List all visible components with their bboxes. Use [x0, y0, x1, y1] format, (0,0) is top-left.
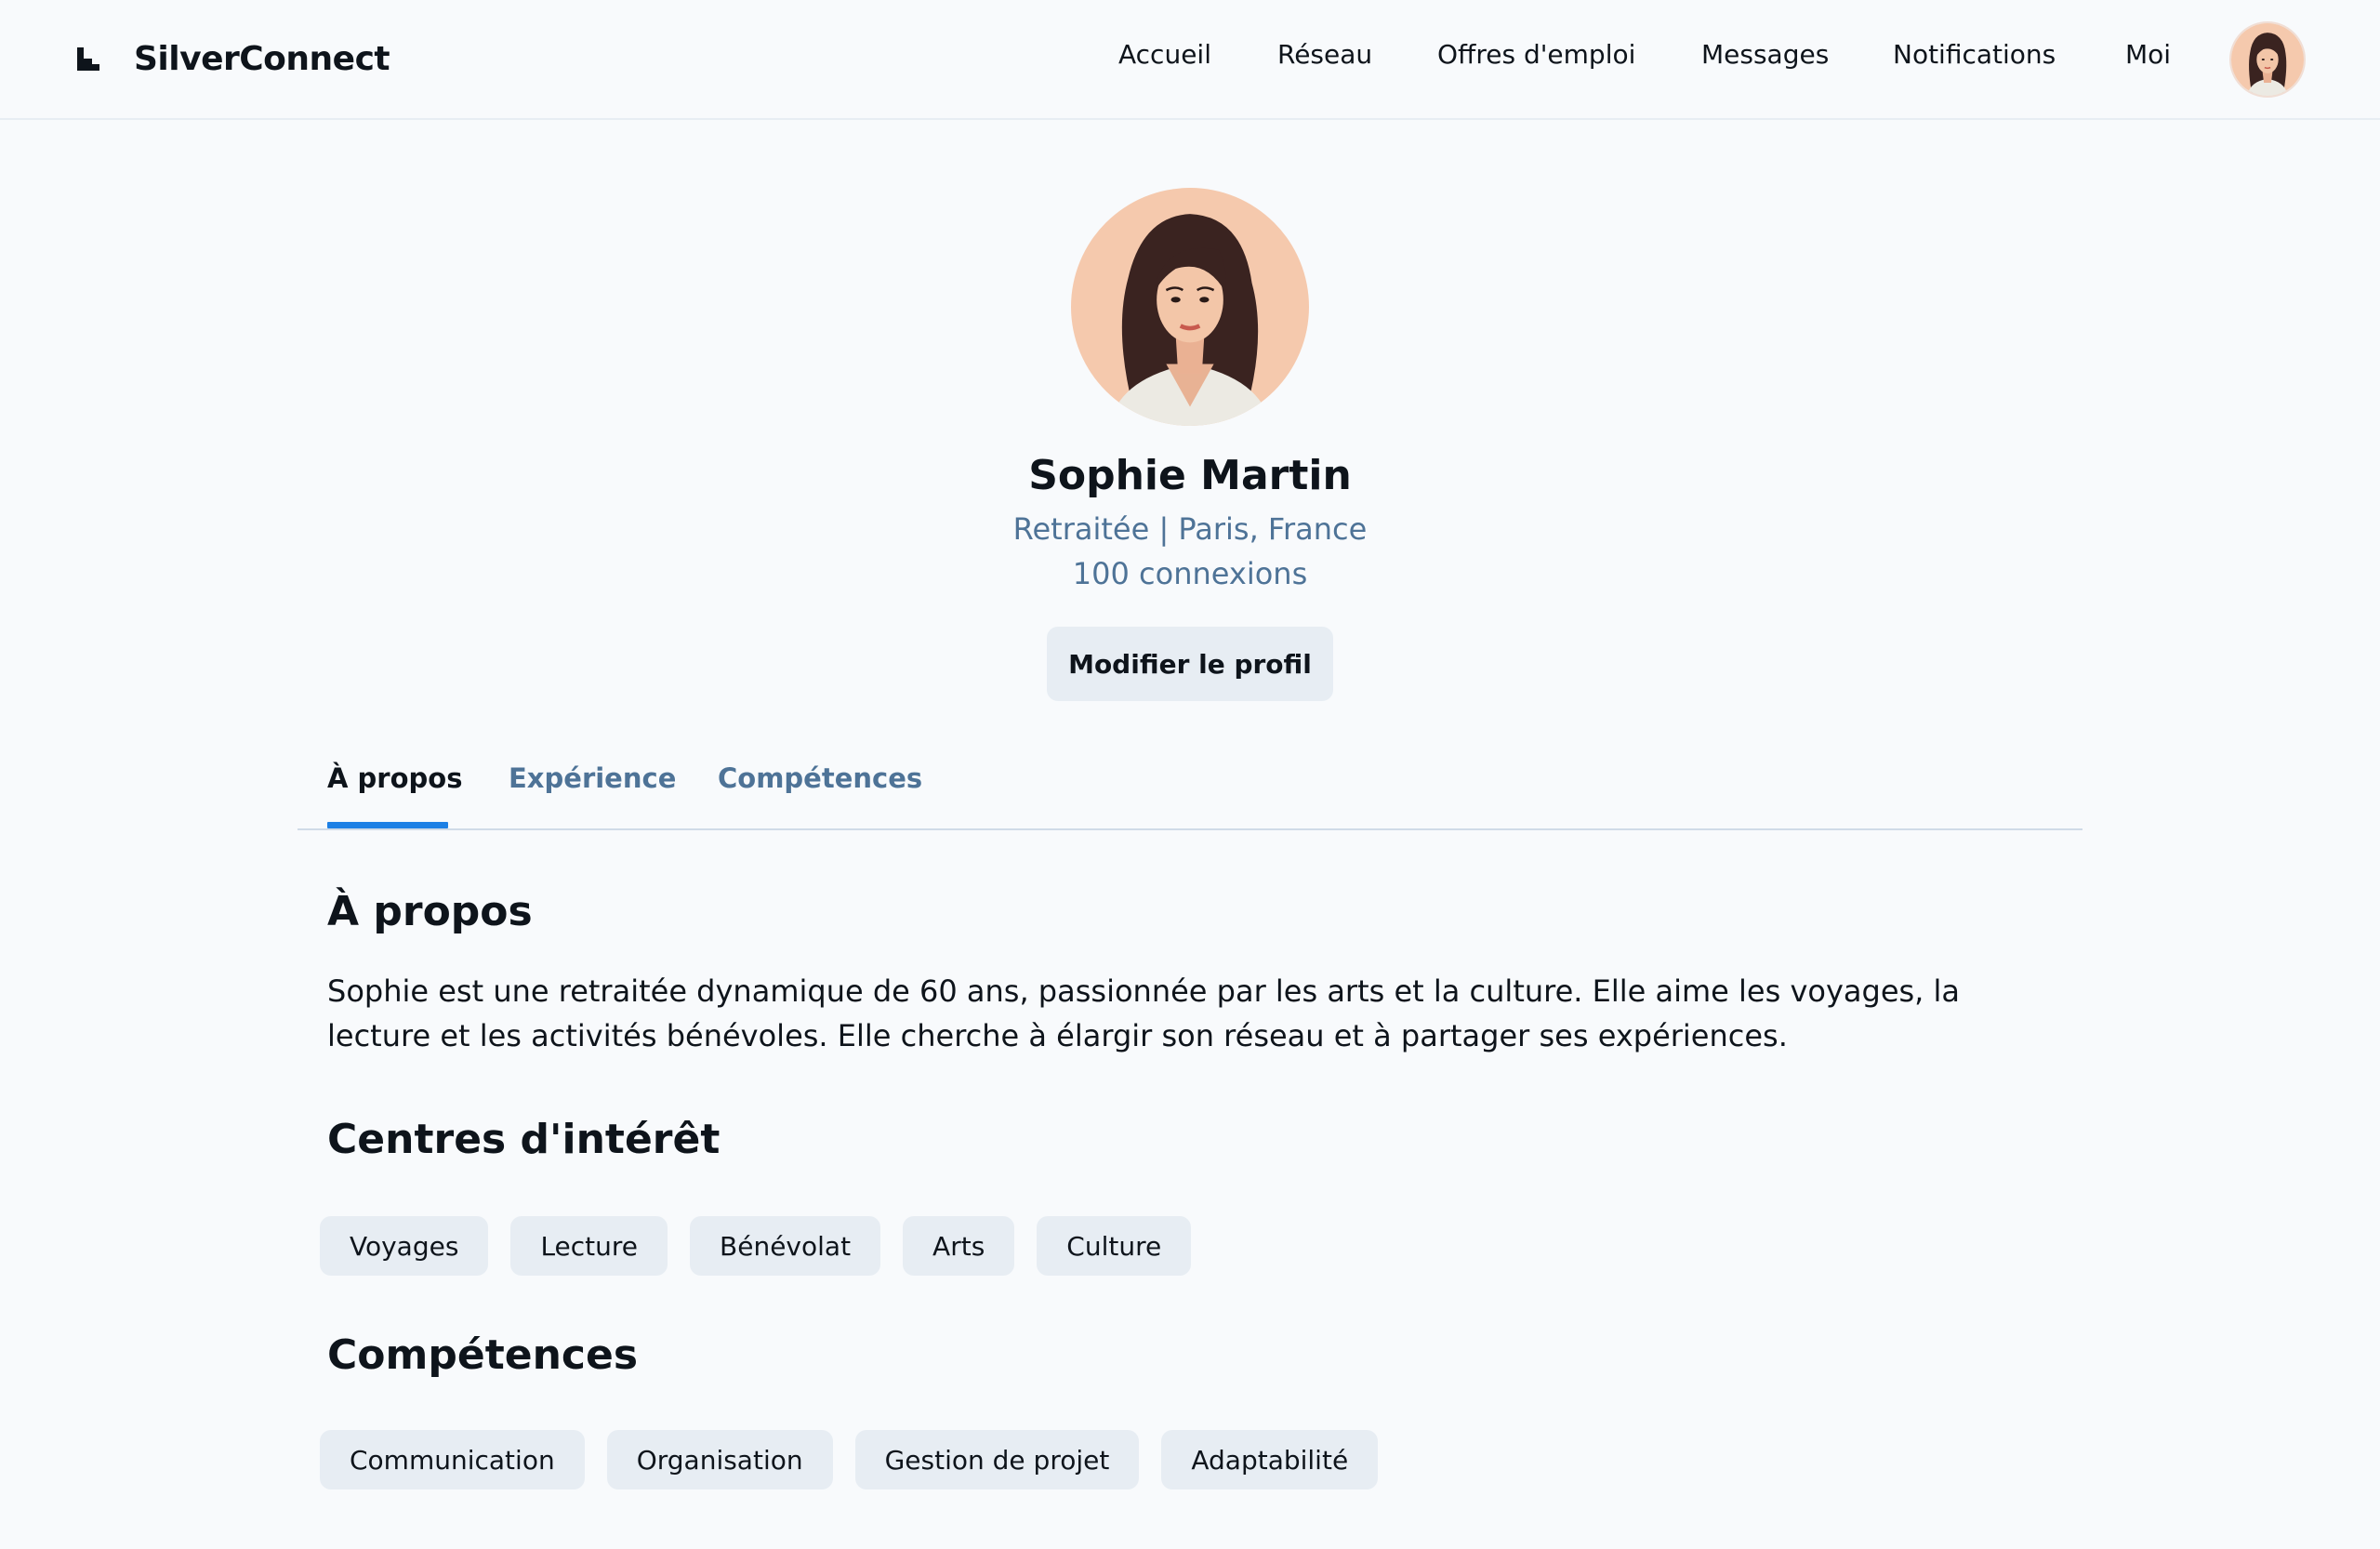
skill-chip[interactable]: Adaptabilité [1161, 1430, 1379, 1489]
nav-item-messages[interactable]: Messages [1701, 39, 1829, 70]
tab-competences[interactable]: Compétences [718, 762, 922, 794]
active-tab-indicator [327, 822, 448, 828]
interests-heading: Centres d'intérêt [327, 1116, 721, 1163]
main-nav: Accueil Réseau Offres d'emploi Messages … [0, 0, 2380, 120]
top-navigation-bar: SilverConnect Accueil Réseau Offres d'em… [0, 0, 2380, 120]
tab-a-propos[interactable]: À propos [327, 762, 462, 794]
profile-name: Sophie Martin [1028, 452, 1352, 499]
interest-chip[interactable]: Lecture [510, 1216, 668, 1276]
interest-chip[interactable]: Voyages [320, 1216, 489, 1276]
profile-headline: Retraitée | Paris, France [1012, 511, 1368, 547]
header-avatar[interactable] [2229, 21, 2306, 98]
profile-connections[interactable]: 100 connexions [0, 556, 2380, 591]
nav-item-notifications[interactable]: Notifications [1893, 39, 2056, 70]
skills-heading: Compétences [327, 1331, 639, 1379]
skill-chip[interactable]: Gestion de projet [854, 1430, 1140, 1489]
nav-item-moi[interactable]: Moi [2125, 39, 2171, 70]
interest-chip[interactable]: Arts [903, 1216, 1015, 1276]
skills-list: Communication Organisation Gestion de pr… [320, 1430, 1379, 1489]
avatar-portrait-icon [2231, 23, 2304, 96]
nav-item-reseau[interactable]: Réseau [1277, 39, 1372, 70]
about-text: Sophie est une retraitée dynamique de 60… [327, 973, 1961, 1053]
edit-profile-button[interactable]: Modifier le profil [1047, 627, 1333, 701]
skill-chip[interactable]: Organisation [606, 1430, 833, 1489]
interest-chip[interactable]: Bénévolat [690, 1216, 881, 1276]
profile-portrait-icon [1071, 188, 1309, 426]
profile-avatar [1071, 188, 1309, 426]
skill-chip[interactable]: Communication [320, 1430, 585, 1489]
tab-experience[interactable]: Expérience [509, 762, 676, 794]
profile-tabs: À propos Expérience Compétences [298, 744, 2082, 830]
about-heading: À propos [327, 888, 533, 935]
interests-list: Voyages Lecture Bénévolat Arts Culture [320, 1216, 1192, 1276]
nav-item-offres-emploi[interactable]: Offres d'emploi [1437, 39, 1635, 70]
nav-item-accueil[interactable]: Accueil [1118, 39, 1211, 70]
interest-chip[interactable]: Culture [1037, 1216, 1192, 1276]
